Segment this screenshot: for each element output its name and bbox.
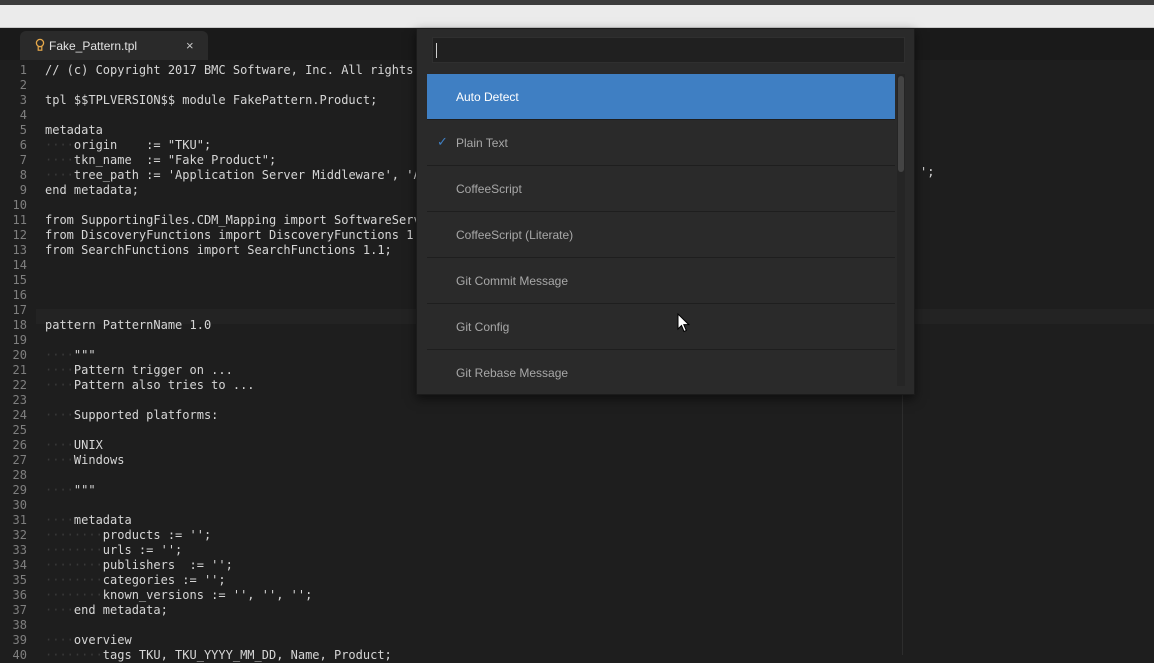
syntax-item-label: CoffeeScript (Literate) — [456, 228, 574, 242]
code-line: ····Windows — [45, 453, 125, 467]
code-line: ····Supported platforms: — [45, 408, 219, 422]
code-line: ····overview — [45, 633, 132, 647]
line-number: 11 — [12, 213, 27, 227]
line-number: 7 — [19, 153, 27, 167]
line-number: 14 — [12, 258, 27, 272]
line-number: 33 — [12, 543, 27, 557]
search-input[interactable] — [432, 37, 905, 63]
syntax-item-label: CoffeeScript — [456, 182, 522, 196]
code-line: pattern PatternName 1.0 — [45, 318, 212, 332]
line-number: 1 — [19, 63, 27, 77]
line-number: 36 — [12, 588, 27, 602]
scrollbar[interactable] — [897, 74, 905, 386]
syntax-item[interactable]: Git Rebase Message — [427, 350, 895, 386]
syntax-item[interactable]: Git Config — [427, 304, 895, 350]
line-number: 21 — [12, 363, 27, 377]
lightbulb-icon — [35, 38, 45, 52]
syntax-item-label: Git Rebase Message — [456, 366, 569, 380]
close-icon[interactable]: × — [186, 38, 194, 53]
code-line: from SupportingFiles.CDM_Mapping import … — [45, 213, 421, 227]
code-line: // (c) Copyright 2017 BMC Software, Inc.… — [45, 63, 414, 77]
syntax-select-panel: Auto Detect ✓ Plain Text CoffeeScript Coffee… — [416, 28, 915, 395]
syntax-item[interactable]: Git Commit Message — [427, 258, 895, 304]
line-number: 9 — [19, 183, 27, 197]
code-line: tpl $$TPLVERSION$$ module FakePattern.Pr… — [45, 93, 378, 107]
line-number: 22 — [12, 378, 27, 392]
code-line: ····metadata — [45, 513, 132, 527]
syntax-item-label: Auto Detect — [456, 90, 519, 104]
line-number: 6 — [19, 138, 27, 152]
line-number: 38 — [12, 618, 27, 632]
code-line: ····origin := "TKU"; — [45, 138, 212, 152]
code-line: ····""" — [45, 348, 96, 362]
line-number: 32 — [12, 528, 27, 542]
line-number: 3 — [19, 93, 27, 107]
line-number: 40 — [12, 648, 27, 662]
syntax-item-label: Git Config — [456, 320, 510, 334]
code-line: ········known_versions := '', '', ''; — [45, 588, 313, 602]
code-line: from DiscoveryFunctions import Discovery… — [45, 228, 421, 242]
line-number: 28 — [12, 468, 27, 482]
code-line: ········categories := ''; — [45, 573, 226, 587]
syntax-item[interactable]: ✓ Plain Text — [427, 120, 895, 166]
code-line: ········urls := ''; — [45, 543, 183, 557]
code-line: ····tkn_name := "Fake Product"; — [45, 153, 277, 167]
line-number: 13 — [12, 243, 27, 257]
line-number: 37 — [12, 603, 27, 617]
syntax-item-label: Plain Text — [456, 136, 508, 150]
code-line-overflow: '; — [920, 165, 935, 179]
mouse-pointer-icon — [677, 312, 691, 333]
check-icon: ✓ — [437, 134, 448, 149]
line-number: 34 — [12, 558, 27, 572]
scrollbar-thumb[interactable] — [898, 76, 904, 172]
tab-label: Fake_Pattern.tpl — [49, 39, 138, 53]
line-number: 10 — [12, 198, 27, 212]
line-number: 5 — [19, 123, 27, 137]
menu-bar — [0, 5, 1154, 28]
syntax-item-label: Git Commit Message — [456, 274, 569, 288]
code-line: end metadata; — [45, 183, 139, 197]
line-number: 30 — [12, 498, 27, 512]
line-number: 16 — [12, 288, 27, 302]
code-line: ····tree_path := 'Application Server Mid… — [45, 168, 421, 182]
code-line: ····Pattern trigger on ... — [45, 363, 233, 377]
code-line: ········products := ''; — [45, 528, 212, 542]
line-number: 17 — [12, 303, 27, 317]
line-number: 18 — [12, 318, 27, 332]
syntax-item[interactable]: CoffeeScript — [427, 166, 895, 212]
syntax-list: Auto Detect ✓ Plain Text CoffeeScript Coffee… — [427, 74, 895, 386]
syntax-item[interactable]: Auto Detect — [427, 74, 895, 120]
line-number: 27 — [12, 453, 27, 467]
text-caret — [436, 43, 437, 58]
line-number: 25 — [12, 423, 27, 437]
line-number: 24 — [12, 408, 27, 422]
code-line: metadata — [45, 123, 103, 137]
line-number: 35 — [12, 573, 27, 587]
line-number: 4 — [19, 108, 27, 122]
code-line: ····UNIX — [45, 438, 103, 452]
line-number: 31 — [12, 513, 27, 527]
code-line: ····end metadata; — [45, 603, 168, 617]
line-number: 39 — [12, 633, 27, 647]
code-line: ····""" — [45, 483, 96, 497]
tab-fake-pattern[interactable]: Fake_Pattern.tpl × — [20, 31, 208, 60]
line-number: 26 — [12, 438, 27, 452]
line-number: 23 — [12, 393, 27, 407]
code-line: ········tags TKU, TKU_YYYY_MM_DD, Name, … — [45, 648, 392, 662]
line-number: 8 — [19, 168, 27, 182]
syntax-item[interactable]: CoffeeScript (Literate) — [427, 212, 895, 258]
line-number: 2 — [19, 78, 27, 92]
code-line: from SearchFunctions import SearchFuncti… — [45, 243, 392, 257]
code-line: ········publishers := ''; — [45, 558, 233, 572]
code-line: ····Pattern also tries to ... — [45, 378, 255, 392]
line-number-gutter: 1 2 3 4 5 6 7 8 9 10 11 12 13 14 15 16 17 18 19 20 21 22 23 24 2… — [0, 60, 36, 662]
line-number: 12 — [12, 228, 27, 242]
line-number: 20 — [12, 348, 27, 362]
line-number: 15 — [12, 273, 27, 287]
line-number: 19 — [12, 333, 27, 347]
line-number: 29 — [12, 483, 27, 497]
